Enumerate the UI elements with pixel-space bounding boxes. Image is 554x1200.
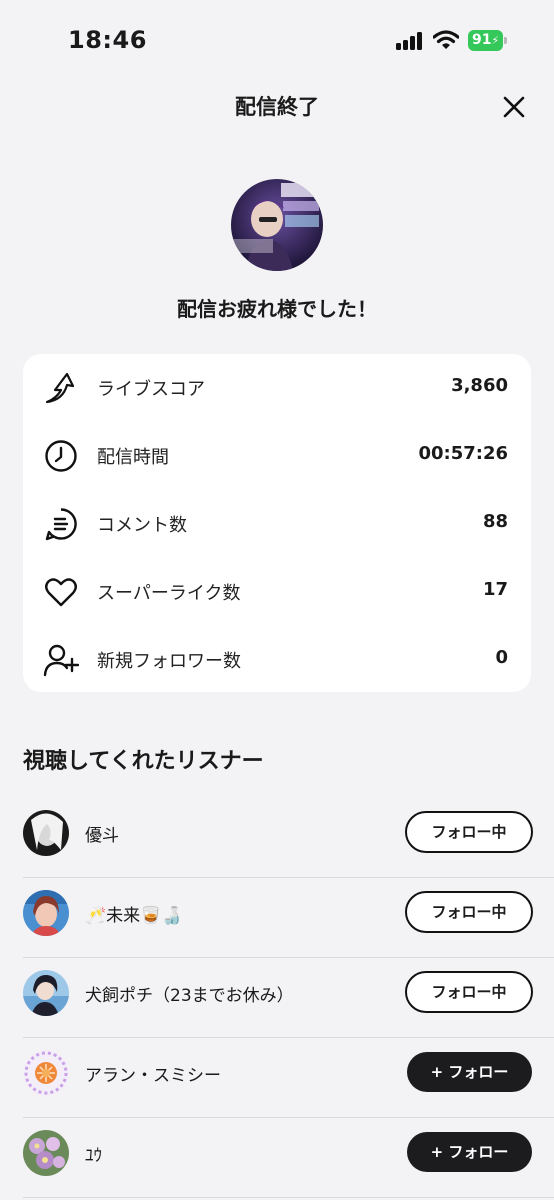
wifi-icon [433,30,459,49]
stat-value: 3,860 [451,375,508,396]
stat-row-super-likes: スーパーライク数 17 [23,558,531,626]
stat-label: 配信時間 [97,447,169,468]
stat-value: 17 [482,579,508,600]
close-icon[interactable] [500,93,528,121]
stat-value: 00:57:26 [418,443,508,464]
comment-icon [45,508,77,541]
following-button[interactable]: フォロー中 [405,811,533,853]
listener-name: 🥂未来🥃🍶 [85,906,183,926]
avatar[interactable] [23,1130,69,1176]
stat-label: ライブスコア [97,379,205,400]
avatar[interactable] [23,890,69,936]
stat-row-new-followers: 新規フォロワー数 0 [23,626,531,694]
listener-name: 犬飼ポチ（23までお休み） [85,986,294,1006]
clock-icon [45,440,77,472]
heart-icon [45,578,77,607]
greeting-text: 配信お疲れ様でした！ [177,297,377,321]
stat-row-comments: コメント数 88 [23,490,531,558]
streamer-avatar [231,179,323,271]
listener-name: ﾕｳ [85,1146,102,1166]
battery-level: 91 [472,32,492,48]
follow-button[interactable]: + フォロー [407,1052,532,1092]
status-bar: 18:46 91⚡ [0,0,554,80]
live-score-arrow-icon [45,372,75,404]
cellular-signal-icon [396,32,426,50]
stat-row-stream-time: 配信時間 00:57:26 [23,422,531,490]
stat-value: 88 [482,511,508,532]
stat-label: 新規フォロワー数 [97,651,241,672]
follow-button[interactable]: + フォロー [407,1132,532,1172]
stat-label: スーパーライク数 [97,583,241,604]
listener-row[interactable]: 犬飼ポチ（23までお休み） フォロー中 [23,958,554,1038]
listener-row[interactable]: アラン・スミシー + フォロー [23,1038,554,1118]
battery-icon: 91⚡ [468,30,507,51]
listener-name: 優斗 [85,826,119,846]
avatar[interactable] [23,810,69,856]
listener-row[interactable]: ﾕｳ + フォロー [23,1118,554,1198]
add-user-icon [43,644,79,677]
listener-row[interactable]: 優斗 フォロー中 [23,798,554,878]
stat-value: 0 [495,647,508,668]
stats-card: ライブスコア 3,860 配信時間 00:57:26 コメント数 88 スーパー… [23,354,531,692]
page-title: 配信終了 [235,95,319,119]
avatar[interactable] [23,1050,69,1096]
listeners-section-title: 視聴してくれたリスナー [23,749,264,774]
listener-row[interactable]: 🥂未来🥃🍶 フォロー中 [23,878,554,958]
status-time: 18:46 [68,26,147,54]
stat-label: コメント数 [97,515,187,536]
avatar[interactable] [23,970,69,1016]
following-button[interactable]: フォロー中 [405,971,533,1013]
listener-name: アラン・スミシー [85,1066,221,1086]
following-button[interactable]: フォロー中 [405,891,533,933]
stat-row-live-score: ライブスコア 3,860 [23,354,531,422]
